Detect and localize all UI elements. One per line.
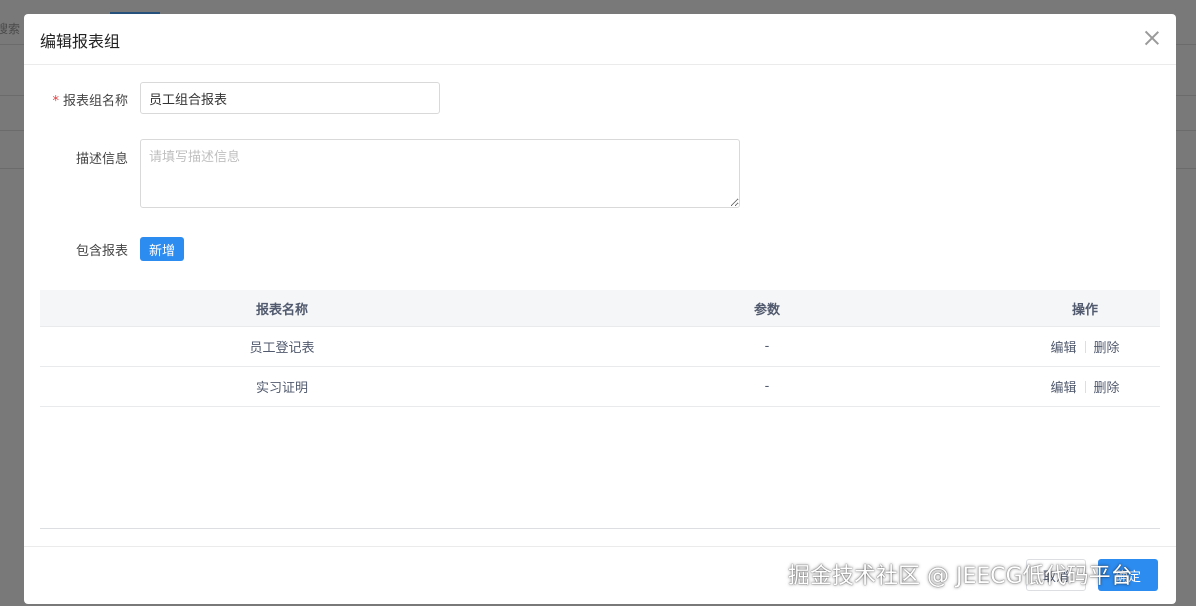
- dialog-footer: 取消 确定: [24, 546, 1176, 604]
- table-header: 报表名称 参数 操作: [40, 290, 1160, 327]
- close-icon[interactable]: [1144, 30, 1160, 46]
- edit-report-group-dialog: 编辑报表组 *报表组名称 描述信息 包含报表 新增 报表名称 参数 操作 员工登…: [24, 14, 1176, 604]
- params-cell: -: [764, 339, 770, 354]
- column-header-actions: 操作: [1071, 302, 1098, 318]
- actions-cell: 编辑 删除: [1010, 337, 1160, 356]
- dialog-title: 编辑报表组: [40, 32, 121, 51]
- reports-label: 包含报表: [75, 244, 128, 259]
- report-name-cell: 实习证明: [255, 381, 308, 396]
- table-bottom-border: [40, 528, 1160, 529]
- column-header-report-name: 报表名称: [255, 302, 308, 318]
- required-asterisk: *: [52, 94, 59, 109]
- delete-link[interactable]: 删除: [1086, 377, 1128, 396]
- description-textarea[interactable]: [140, 139, 740, 208]
- edit-link[interactable]: 编辑: [1042, 337, 1084, 356]
- report-group-name-input[interactable]: [140, 82, 440, 114]
- table-row: 员工登记表 - 编辑 删除: [40, 327, 1160, 367]
- name-label: * 报表组名称: [52, 90, 128, 109]
- reports-form-item: 包含报表: [24, 240, 128, 260]
- params-cell: -: [764, 379, 770, 394]
- table-row: 实习证明 - 编辑 删除: [40, 367, 1160, 407]
- confirm-button[interactable]: 确定: [1098, 559, 1158, 591]
- column-header-params: 参数: [753, 302, 780, 318]
- edit-link[interactable]: 编辑: [1042, 377, 1084, 396]
- name-label-text: 报表组名称: [62, 94, 128, 109]
- cancel-button[interactable]: 取消: [1026, 559, 1086, 591]
- add-report-button[interactable]: 新增: [140, 237, 184, 261]
- description-label: 描述信息: [75, 152, 128, 167]
- dialog-header: 编辑报表组: [24, 14, 1176, 65]
- name-form-item: * 报表组名称: [24, 90, 128, 110]
- reports-table: 报表名称 参数 操作 员工登记表 - 编辑 删除 实习证明 - 编辑 删除: [40, 290, 1160, 407]
- delete-link[interactable]: 删除: [1086, 337, 1128, 356]
- actions-cell: 编辑 删除: [1010, 377, 1160, 396]
- description-form-item: 描述信息: [24, 148, 128, 168]
- report-name-cell: 员工登记表: [249, 341, 315, 356]
